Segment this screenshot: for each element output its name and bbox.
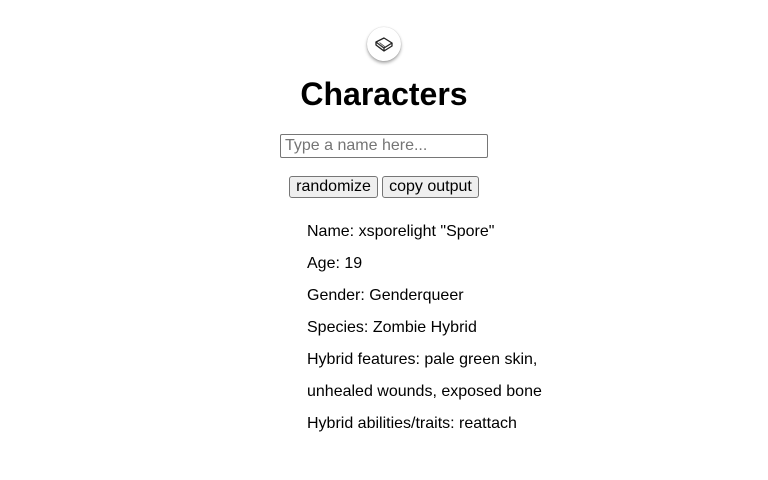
- page: Characters randomize copy output Name: x…: [0, 0, 768, 480]
- logo-button[interactable]: [367, 27, 401, 61]
- character-output: Name: xsporelight "Spore" Age: 19 Gender…: [307, 216, 543, 440]
- name-input[interactable]: [280, 134, 488, 158]
- copy-output-button[interactable]: copy output: [382, 176, 479, 198]
- character-age: Age: 19: [307, 255, 363, 272]
- character-name: Name: xsporelight "Spore": [307, 223, 495, 240]
- randomize-button[interactable]: randomize: [289, 176, 378, 198]
- page-title: Characters: [300, 76, 468, 112]
- character-hybrid-features: Hybrid features: pale green skin, unheal…: [307, 351, 542, 400]
- character-gender: Gender: Genderqueer: [307, 287, 464, 304]
- character-hybrid-abilities: Hybrid abilities/traits: reattach: [307, 415, 517, 432]
- book-icon: [375, 37, 393, 52]
- character-species: Species: Zombie Hybrid: [307, 319, 477, 336]
